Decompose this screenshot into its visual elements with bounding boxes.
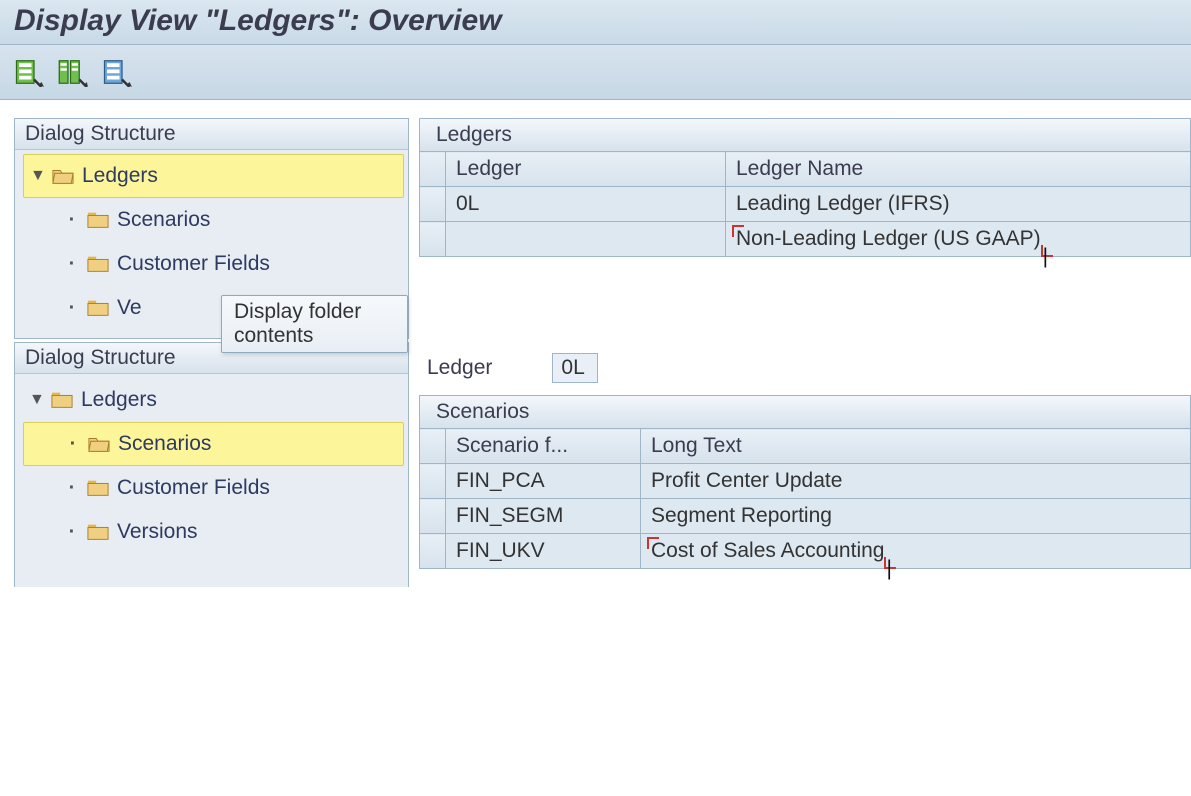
select-all-cell[interactable] <box>420 429 446 464</box>
dialog-structure-panel-top: Dialog Structure ▼ Ledgers · Scenarios · <box>14 118 409 339</box>
tree-node-versions[interactable]: · Versions <box>23 510 404 554</box>
table-row[interactable]: FIN_SEGM Segment Reporting <box>420 499 1191 534</box>
scenario-code-cell[interactable]: FIN_PCA <box>446 464 641 499</box>
tree-node-ledgers[interactable]: ▼ Ledgers <box>23 378 404 422</box>
scenario-text-cell[interactable]: Profit Center Update <box>641 464 1191 499</box>
folder-open-icon <box>52 167 74 185</box>
bullet-icon: · <box>65 298 79 318</box>
tree-node-customer-fields[interactable]: · Customer Fields <box>23 242 404 286</box>
ledger-field-value[interactable]: 0L <box>552 353 598 383</box>
ledgers-table: Ledger Ledger Name 0L Leading Ledger (IF… <box>419 151 1191 257</box>
row-selector[interactable] <box>420 499 446 534</box>
tree-node-label: Scenarios <box>118 432 211 456</box>
dialog-structure-panel-bottom: Dialog Structure ▼ Ledgers · Scenarios · <box>14 342 409 587</box>
tree-node-label: Ledgers <box>81 388 157 412</box>
scenarios-col-long-text[interactable]: Long Text <box>641 429 1191 464</box>
tree-node-label: Scenarios <box>117 208 210 232</box>
table-green-icon[interactable] <box>14 57 44 87</box>
bullet-icon: · <box>65 210 79 230</box>
ledger-code-cell[interactable]: 0L <box>446 187 726 222</box>
toolbar <box>0 45 1191 100</box>
row-selector[interactable] <box>420 222 446 257</box>
table-row[interactable]: 0L Leading Ledger (IFRS) <box>420 187 1191 222</box>
ledger-code-cell[interactable] <box>446 222 726 257</box>
tree-node-label: Customer Fields <box>117 476 270 500</box>
table-blue-icon[interactable] <box>102 57 132 87</box>
scenario-text-cell[interactable]: Segment Reporting <box>641 499 1191 534</box>
ledger-name-cell[interactable]: Leading Ledger (IFRS) <box>726 187 1191 222</box>
row-selector[interactable] <box>420 534 446 569</box>
table-double-green-icon[interactable] <box>58 57 88 87</box>
tree-node-ledgers[interactable]: ▼ Ledgers <box>23 154 404 198</box>
table-row[interactable]: Non-Leading Ledger (US GAAP) <box>420 222 1191 257</box>
caret-down-icon: ▼ <box>30 167 44 185</box>
bullet-icon: · <box>65 522 79 542</box>
folder-icon <box>87 299 109 317</box>
ledger-field-label: Ledger <box>427 356 492 380</box>
tree-node-scenarios[interactable]: · Scenarios <box>23 422 404 466</box>
scenarios-table-title: Scenarios <box>419 395 1191 428</box>
bullet-icon: · <box>65 478 79 498</box>
folder-open-icon <box>88 435 110 453</box>
caret-down-icon: ▼ <box>29 391 43 409</box>
tree-node-customer-fields[interactable]: · Customer Fields <box>23 466 404 510</box>
folder-icon <box>51 391 73 409</box>
scenarios-col-scenario[interactable]: Scenario f... <box>446 429 641 464</box>
scenario-code-cell[interactable]: FIN_SEGM <box>446 499 641 534</box>
ledgers-col-name[interactable]: Ledger Name <box>726 152 1191 187</box>
bullet-icon: · <box>65 254 79 274</box>
bullet-icon: · <box>66 434 80 454</box>
table-row[interactable]: FIN_PCA Profit Center Update <box>420 464 1191 499</box>
select-all-cell[interactable] <box>420 152 446 187</box>
tree-header: Dialog Structure <box>15 119 408 150</box>
tree-node-label: Ledgers <box>82 164 158 188</box>
page-title: Display View "Ledgers": Overview <box>0 0 1191 45</box>
tree-node-label: Ve <box>117 296 142 320</box>
tree-node-label: Customer Fields <box>117 252 270 276</box>
ledgers-table-title: Ledgers <box>419 118 1191 151</box>
scenarios-table: Scenario f... Long Text FIN_PCA Profit C… <box>419 428 1191 569</box>
tooltip: Display folder contents <box>221 295 408 353</box>
row-selector[interactable] <box>420 187 446 222</box>
scenario-code-cell[interactable]: FIN_UKV <box>446 534 641 569</box>
folder-icon <box>87 211 109 229</box>
folder-icon <box>87 523 109 541</box>
ledger-name-cell[interactable]: Non-Leading Ledger (US GAAP) <box>726 222 1191 257</box>
ledgers-col-ledger[interactable]: Ledger <box>446 152 726 187</box>
table-row[interactable]: FIN_UKV Cost of Sales Accounting <box>420 534 1191 569</box>
tree-node-scenarios[interactable]: · Scenarios <box>23 198 404 242</box>
folder-icon <box>87 255 109 273</box>
row-selector[interactable] <box>420 464 446 499</box>
tree-node-label: Versions <box>117 520 198 544</box>
scenario-text-cell[interactable]: Cost of Sales Accounting <box>641 534 1191 569</box>
folder-icon <box>87 479 109 497</box>
